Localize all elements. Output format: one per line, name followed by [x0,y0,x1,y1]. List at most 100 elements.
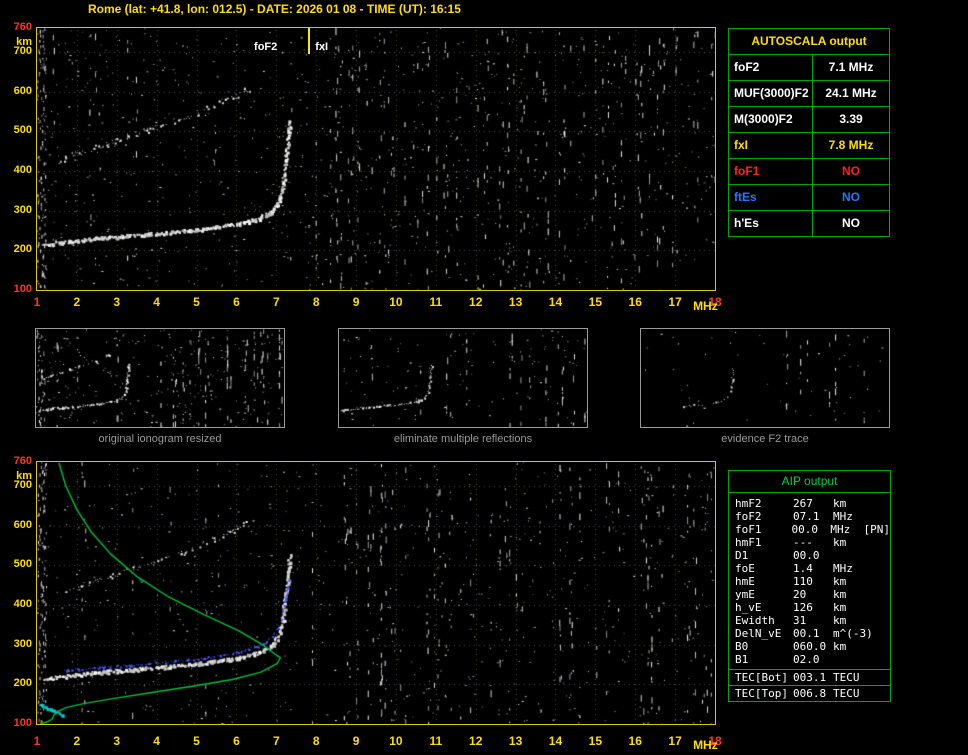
y-tick-label: 300 [13,203,32,216]
aip-unit [833,653,867,666]
autoscala-row: M(3000)F2 3.39 [729,107,889,133]
bottom-ionogram-plot [36,461,716,725]
x-tick-label: 7 [272,295,280,309]
aip-unit: km [833,601,847,614]
aip-param: B0 [735,640,749,653]
x-tick-label: 2 [73,295,81,309]
aip-row: hmF2 267 km [729,497,890,510]
aip-row: h_vE 126 km [729,601,890,614]
fxI-annotation-label: fxI [315,41,329,53]
x-tick-label: 9 [352,295,360,309]
aip-param: hmE [735,575,755,588]
x-tick-label: 15 [588,295,603,309]
x-tick-label: 6 [233,295,240,309]
aip-tec-row: TEC[Top] 006.8 TECU [729,685,890,701]
aip-tec-rows: TEC[Bot] 003.1 TECU TEC[Top] 006.8 TECU [729,669,890,701]
panel-eliminate-reflections [338,328,588,428]
x-tick-label: 4 [153,295,160,309]
x-tick-label: 14 [548,295,563,309]
aip-row: foE 1.4 MHz [729,562,890,575]
x-tick-label: 16 [628,295,642,309]
aip-unit: km [833,536,847,549]
aip-unit: km [833,588,847,601]
x-tick-label: 13 [508,734,523,748]
aip-value: 20 [793,588,807,601]
y-tick-label: 100 [13,283,32,295]
autoscala-param: fxI [729,133,813,158]
aip-unit [833,549,867,562]
x-tick-label: 8 [312,295,320,309]
autoscala-value: 24.1 MHz [825,86,877,100]
aip-value: 126 [793,601,813,614]
panel-caption-eliminate: eliminate multiple reflections [393,433,533,445]
autoscala-value: NO [842,216,860,230]
autoscala-table-title: AUTOSCALA output [729,29,889,55]
x-axis-unit: MHz [693,738,718,752]
aip-tec-value: 003.1 [793,671,827,684]
aip-tec-unit: TECU [833,687,860,700]
aip-param: ymE [735,588,755,601]
y-tick-label: 500 [13,558,32,571]
top-ionogram-canvas [37,28,715,290]
page-title: Rome (lat: +41.8, lon: 012.5) - DATE: 20… [88,2,461,16]
aip-param: Ewidth [735,614,775,627]
autoscala-value: 7.8 MHz [828,138,874,152]
aip-row: hmE 110 km [729,575,890,588]
autoscala-param: ftEs [729,185,813,210]
aip-unit: km [833,497,847,510]
y-tick-label: 400 [13,163,32,176]
autoscala-row: foF1 NO [729,159,889,185]
aip-table-rows: hmF2 267 km foF2 07.1 MHz foF1 00.0 MHz [PN] hmF1 -… [729,493,890,669]
x-tick-label: 16 [628,734,642,748]
panel-original-ionogram [35,328,285,428]
autoscala-param: foF1 [729,159,813,184]
aip-output-table: AIP output hmF2 267 km foF2 07.1 MHz foF1 00.0 M… [728,470,891,702]
x-tick-label: 5 [193,295,200,309]
aip-param: DelN_vE [735,627,782,640]
aip-tec-value: 006.8 [793,687,827,700]
aip-value: 02.0 [793,653,820,666]
x-tick-label: 9 [352,734,360,748]
aip-param: hmF1 [735,536,762,549]
panel-evidence-f2 [640,328,890,428]
aip-unit: MHz [830,523,851,536]
panel-evidence-f2-canvas [641,329,889,427]
aip-unit: km [833,575,847,588]
x-tick-label: 3 [113,295,121,309]
autoscala-value: NO [842,190,860,204]
aip-unit: MHz [833,562,853,575]
top-ionogram-plot: foF2 fxI [36,27,716,291]
autoscala-value: 7.1 MHz [828,60,874,74]
aip-tec-param: TEC[Bot] [735,671,788,684]
aip-row: DelN_vE 00.1 m^(-3) [729,627,890,640]
autoscala-row: h'Es NO [729,211,889,236]
aip-value: 110 [793,575,813,588]
x-tick-label: 11 [429,734,443,748]
x-tick-label: 1 [33,295,41,309]
x-tick-label: 3 [113,734,121,748]
autoscala-param: h'Es [729,211,813,236]
aip-value: 00.1 [793,627,820,640]
x-tick-label: 7 [272,734,280,748]
autoscala-row: MUF(3000)F2 24.1 MHz [729,81,889,107]
x-tick-label: 4 [153,734,160,748]
autoscala-value: 3.39 [839,112,863,126]
bottom-ionogram-canvas [37,462,715,724]
x-tick-label: 10 [389,295,403,309]
x-tick-label: 10 [389,734,403,748]
autoscala-table-rows: foF2 7.1 MHz MUF(3000)F2 24.1 MHz M(3000)F2 3… [729,55,889,236]
aip-unit: m^(-3) [833,627,873,640]
x-tick-label: 6 [233,734,240,748]
y-tick-label: 200 [13,677,32,690]
y-axis-unit: km [16,470,32,482]
y-tick-label: 300 [13,637,32,650]
y-tick-label: 100 [13,717,32,729]
aip-value: --- [793,536,813,549]
aip-table-title: AIP output [729,471,890,493]
autoscala-param: MUF(3000)F2 [729,81,813,106]
x-tick-label: 8 [312,734,320,748]
aip-unit: MHz [833,510,853,523]
y-tick-label: 760 [13,21,32,33]
aip-row: D1 00.0 [729,549,890,562]
aip-value: 00.0 [793,549,820,562]
